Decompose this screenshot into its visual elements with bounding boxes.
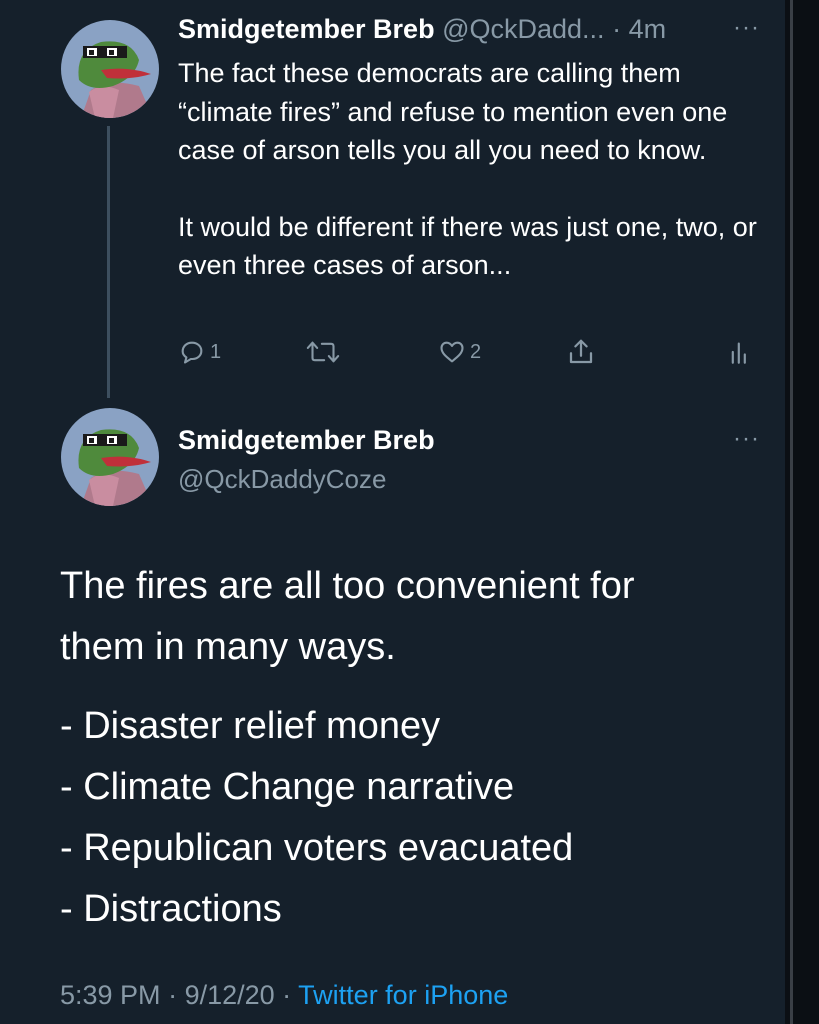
meta-dot: · [160,980,185,1010]
reply-tweet-avatar[interactable] [61,20,159,118]
device-bezel-line [790,0,793,1024]
frog-avatar-icon [61,20,159,118]
main-tweet-handle[interactable]: @QckDaddyCoze [178,464,386,495]
like-count: 2 [470,340,482,363]
share-button[interactable] [566,334,596,370]
main-tweet-text: The fires are all too convenient for the… [60,556,760,940]
reply-tweet-paragraph: It would be different if there was just … [178,211,757,281]
main-tweet-avatar[interactable] [61,408,159,506]
reply-tweet-action-bar: 1 2 [0,334,800,374]
reply-count: 1 [210,340,222,363]
main-tweet-source-link[interactable]: Twitter for iPhone [298,980,508,1010]
retweet-icon [306,341,340,363]
main-tweet-line: The fires are all too convenient for [60,565,635,607]
reply-tweet-paragraph: The fact these democrats are calling the… [178,58,728,165]
main-tweet-date[interactable]: 9/12/20 [185,980,275,1010]
retweet-button[interactable] [305,334,345,370]
meta-dot: · [274,980,299,1010]
main-tweet-metadata: 5:39 PM · 9/12/20 · Twitter for iPhone [60,980,508,1011]
reply-tweet-separator: · [604,14,629,44]
reply-tweet-time[interactable]: 4m [629,14,667,44]
reply-tweet-text: The fact these democrats are calling the… [178,54,768,285]
main-tweet-list-item: - Climate Change narrative [60,766,515,808]
main-tweet-list-item: - Republican voters evacuated [60,827,574,869]
reply-icon [181,341,203,364]
reply-button[interactable]: 1 [178,334,221,370]
tweet-thread-screen: Smidgetember Breb @QckDadd... · 4m ··· T… [0,0,819,1024]
heart-icon [440,341,464,363]
main-tweet-line: them in many ways. [60,626,396,668]
reply-tweet-header: Smidgetember Breb @QckDadd... · 4m [178,12,666,46]
main-tweet-author-name[interactable]: Smidgetember Breb [178,425,435,456]
more-dots-icon[interactable]: ··· [733,425,760,453]
more-dots-icon[interactable]: ··· [733,14,760,42]
analytics-button[interactable] [728,334,752,370]
main-tweet-list-item: - Distractions [60,888,282,930]
like-button[interactable]: 2 [438,334,481,370]
reply-tweet-author-name[interactable]: Smidgetember Breb [178,14,435,44]
main-tweet-time[interactable]: 5:39 PM [60,980,161,1010]
frog-avatar-icon [61,408,159,506]
analytics-icon [731,342,746,364]
reply-tweet-handle[interactable]: @QckDadd... [442,14,604,44]
share-icon [569,339,593,364]
main-tweet-list-item: - Disaster relief money [60,705,441,747]
